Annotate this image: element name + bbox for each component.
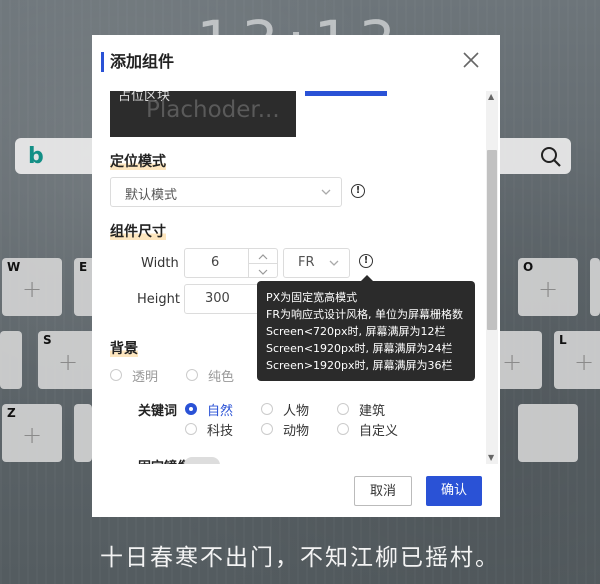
scrollbar-thumb[interactable]: [487, 150, 497, 330]
cancel-button[interactable]: 取消: [354, 476, 412, 506]
width-unit-select[interactable]: FR: [283, 248, 350, 278]
keyword-radio-architecture[interactable]: [337, 403, 349, 415]
tooltip-line: FR为响应式设计风格, 单位为屏幕栅格数: [266, 308, 463, 321]
keyword-radio-people[interactable]: [261, 403, 273, 415]
chevron-down-icon: [258, 269, 268, 275]
shortcut-key-o[interactable]: O +: [518, 258, 578, 316]
key-letter: S: [43, 333, 52, 347]
plus-icon: +: [57, 348, 79, 376]
key-letter: L: [559, 333, 567, 347]
tooltip-line: PX为固定宽高模式: [266, 291, 358, 304]
unit-tooltip: PX为固定宽高模式 FR为响应式设计风格, 单位为屏幕栅格数 Screen<72…: [257, 275, 475, 381]
background-option-label: 透明: [132, 370, 159, 385]
background-transparent-radio[interactable]: [110, 369, 122, 381]
tooltip-line: Screen>1920px时, 屏幕满屏为36栏: [266, 359, 453, 372]
tooltip-line: Screen<1920px时, 屏幕满屏为24栏: [266, 342, 453, 355]
selected-widget-indicator: [305, 91, 387, 96]
mirror-toggle[interactable]: [184, 457, 220, 464]
plus-icon: +: [21, 275, 43, 303]
plus-icon: +: [573, 348, 595, 376]
dialog-title: 添加组件: [101, 52, 174, 72]
dialog-body[interactable]: 占位区块 Plachoder... 定位模式 默认模式 ! 组件尺寸 Width…: [92, 91, 500, 464]
confirm-button[interactable]: 确认: [426, 476, 482, 506]
background-section-label: 背景: [110, 341, 138, 357]
shortcut-key-l[interactable]: L +: [554, 331, 600, 389]
keyword-radio-animals[interactable]: [261, 423, 273, 435]
preview-placeholder: Plachoder...: [146, 97, 280, 123]
tooltip-arrow: [361, 275, 373, 281]
width-decrement-button[interactable]: [249, 263, 277, 277]
keyword-option-label: 科技: [207, 424, 234, 439]
positioning-select[interactable]: 默认模式: [110, 177, 342, 207]
key-letter: W: [7, 260, 21, 274]
widget-preview: 占位区块 Plachoder...: [110, 91, 296, 137]
keyword-option-label: 人物: [283, 404, 310, 419]
shortcut-key-m[interactable]: [518, 404, 578, 462]
chevron-down-icon: [321, 189, 331, 195]
unit-info-icon[interactable]: !: [359, 254, 373, 268]
key-letter: O: [523, 260, 534, 274]
tooltip-line: Screen<720px时, 屏幕满屏为12栏: [266, 325, 446, 338]
keyword-option-label: 建筑: [359, 404, 386, 419]
background-option-label: 纯色: [208, 370, 235, 385]
keyword-option-label: 自定义: [359, 424, 399, 439]
mirror-label: 固定镜像: [138, 456, 190, 464]
chevron-down-icon: [329, 260, 339, 266]
size-section-label: 组件尺寸: [110, 224, 166, 240]
height-label: Height: [137, 292, 180, 307]
plus-icon: +: [537, 275, 559, 303]
close-icon[interactable]: [462, 51, 480, 69]
shortcut-key-w[interactable]: W +: [2, 258, 62, 316]
background-solid-radio[interactable]: [186, 369, 198, 381]
width-increment-button[interactable]: [249, 249, 277, 263]
shortcut-key-s[interactable]: S +: [38, 331, 98, 389]
search-icon[interactable]: [540, 146, 562, 168]
keyword-label: 关键词: [138, 404, 178, 419]
shortcut-key-p[interactable]: [590, 258, 600, 316]
poem-text: 十日春寒不出门，不知江柳已摇村。: [100, 545, 500, 571]
key-letter: Z: [7, 406, 16, 420]
bing-logo-icon[interactable]: b: [28, 144, 44, 169]
shortcut-key-z[interactable]: Z +: [2, 404, 62, 462]
width-label: Width: [141, 256, 179, 271]
keyword-radio-custom[interactable]: [337, 423, 349, 435]
keyword-option-label: 自然: [207, 404, 234, 419]
width-unit-value: FR: [298, 255, 315, 270]
info-icon[interactable]: !: [351, 184, 365, 198]
shortcut-key-x[interactable]: [74, 404, 92, 462]
chevron-up-icon: [258, 254, 268, 260]
shortcut-key-a[interactable]: [0, 331, 22, 389]
scroll-down-icon[interactable]: ▼: [488, 453, 494, 462]
width-value: 6: [211, 255, 220, 270]
plus-icon: +: [21, 421, 43, 449]
key-letter: E: [79, 260, 88, 274]
width-stepper[interactable]: 6: [184, 248, 278, 278]
add-widget-dialog: 添加组件 占位区块 Plachoder... 定位模式 默认模式 ! 组件尺寸 …: [92, 35, 500, 517]
keyword-option-label: 动物: [283, 424, 310, 439]
height-value: 300: [205, 291, 230, 306]
keyword-radio-nature[interactable]: [185, 403, 197, 415]
keyword-radio-tech[interactable]: [185, 423, 197, 435]
positioning-section-label: 定位模式: [110, 154, 166, 170]
scroll-up-icon[interactable]: ▲: [488, 92, 494, 101]
positioning-value: 默认模式: [125, 188, 178, 203]
